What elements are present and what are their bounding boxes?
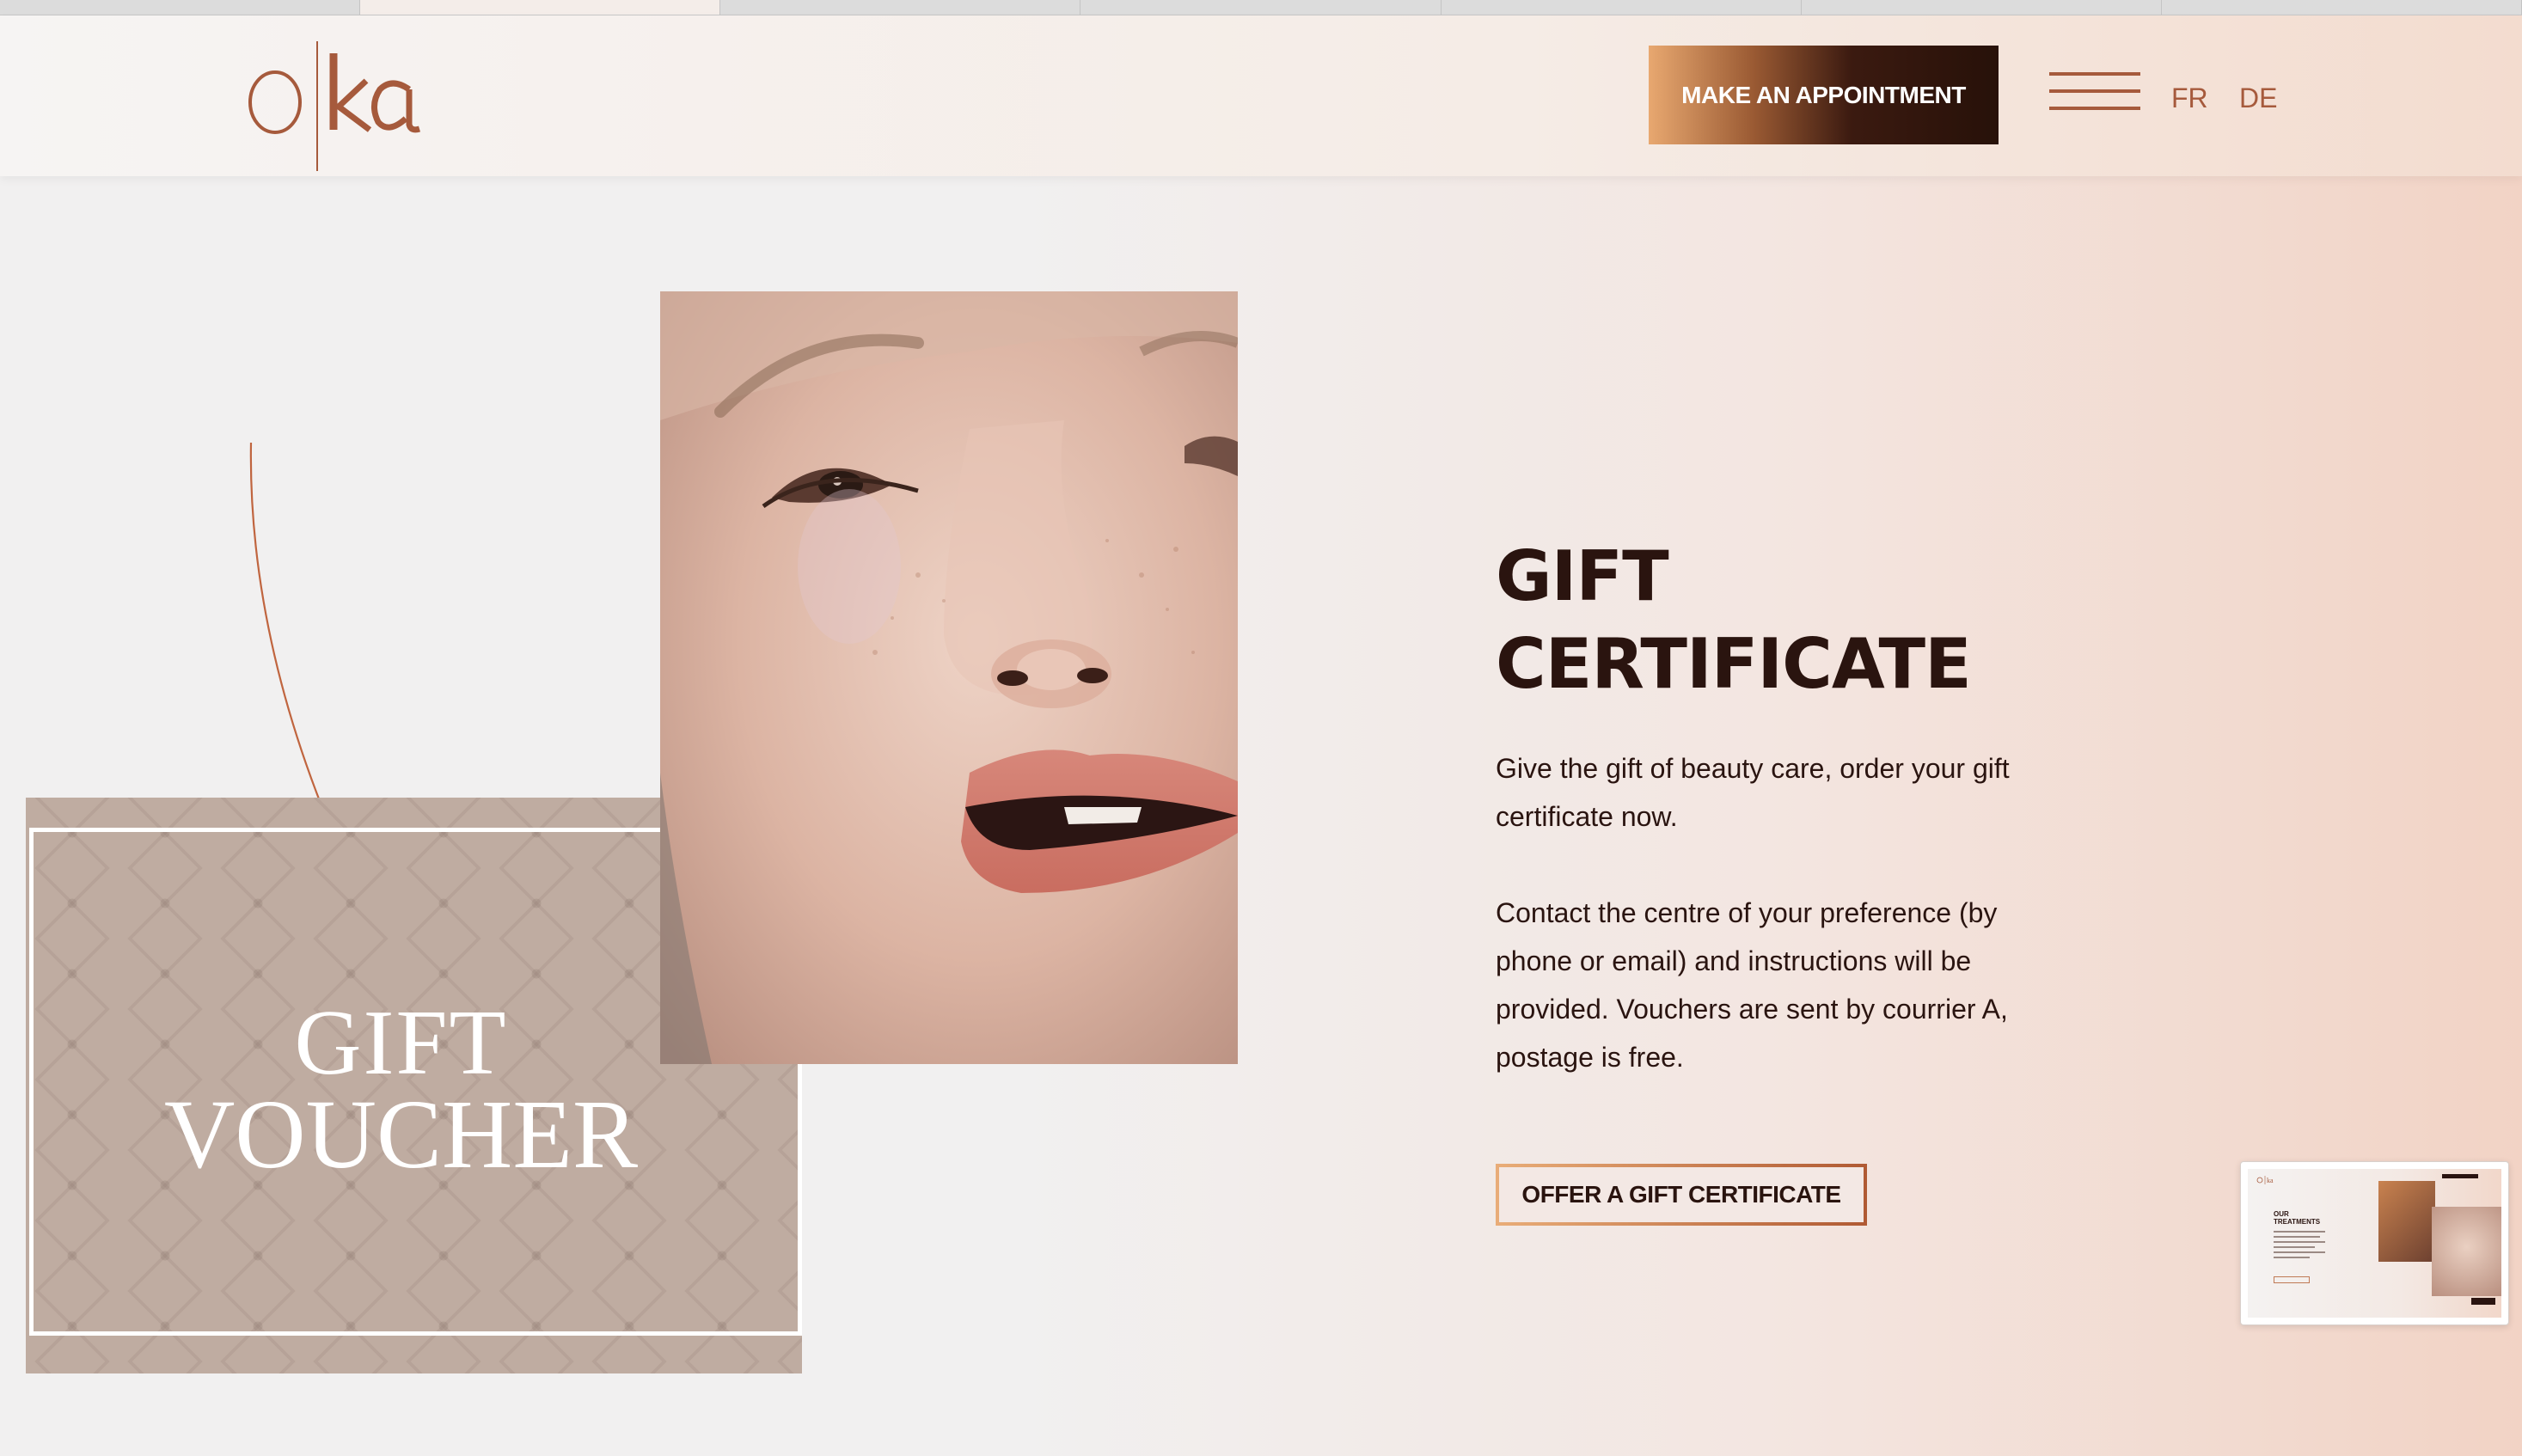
title-line-1: GIFT bbox=[1496, 536, 1669, 616]
language-fr-link[interactable]: FR bbox=[2171, 83, 2208, 114]
thumbnail-image-2 bbox=[2432, 1207, 2501, 1296]
thumbnail-cta bbox=[2274, 1276, 2310, 1283]
hamburger-menu-icon[interactable] bbox=[2049, 72, 2140, 112]
portrait-photo bbox=[660, 291, 1238, 1064]
make-appointment-button[interactable]: MAKE AN APPOINTMENT bbox=[1649, 46, 1999, 144]
site-header: MAKE AN APPOINTMENT FR DE bbox=[0, 15, 2522, 176]
browser-tab[interactable] bbox=[1442, 0, 1802, 15]
thumbnail-appointment-button bbox=[2442, 1174, 2478, 1178]
svg-text:ka: ka bbox=[2267, 1177, 2274, 1184]
browser-tab[interactable] bbox=[720, 0, 1081, 15]
voucher-line-voucher: VOUCHER bbox=[163, 1079, 639, 1189]
thumbnail-heading: OUR TREATMENTS bbox=[2274, 1210, 2321, 1226]
intro-paragraph: Give the gift of beauty care, order your… bbox=[1496, 753, 2010, 832]
offer-gift-certificate-button[interactable]: OFFER A GIFT CERTIFICATE bbox=[1496, 1164, 1867, 1226]
browser-tab[interactable] bbox=[1802, 0, 2162, 15]
thumbnail-logo: ka bbox=[2256, 1173, 2282, 1184]
gift-certificate-section: GIFT CERTIFICATE Give the gift of beauty… bbox=[1496, 533, 2029, 1081]
title-line-2: CERTIFICATE bbox=[1496, 624, 1972, 704]
instructions-paragraph: Contact the centre of your preference (b… bbox=[1496, 897, 2008, 1073]
browser-tab-active[interactable] bbox=[360, 0, 721, 15]
thumbnail-badge bbox=[2471, 1298, 2495, 1305]
thumbnail-content: ka OUR TREATMENTS bbox=[2248, 1169, 2501, 1318]
browser-tab[interactable] bbox=[1080, 0, 1442, 15]
page-title: GIFT CERTIFICATE bbox=[1496, 533, 2029, 708]
oka-logo[interactable] bbox=[241, 28, 438, 174]
browser-tab[interactable] bbox=[0, 0, 361, 15]
browser-tab[interactable] bbox=[2162, 0, 2522, 15]
thumbnail-text-lines bbox=[2274, 1231, 2325, 1258]
page-preview-thumbnail[interactable]: ka OUR TREATMENTS bbox=[2240, 1161, 2509, 1325]
thumbnail-image-1 bbox=[2378, 1181, 2435, 1262]
browser-tab-strip bbox=[0, 0, 2522, 15]
language-de-link[interactable]: DE bbox=[2239, 83, 2277, 114]
